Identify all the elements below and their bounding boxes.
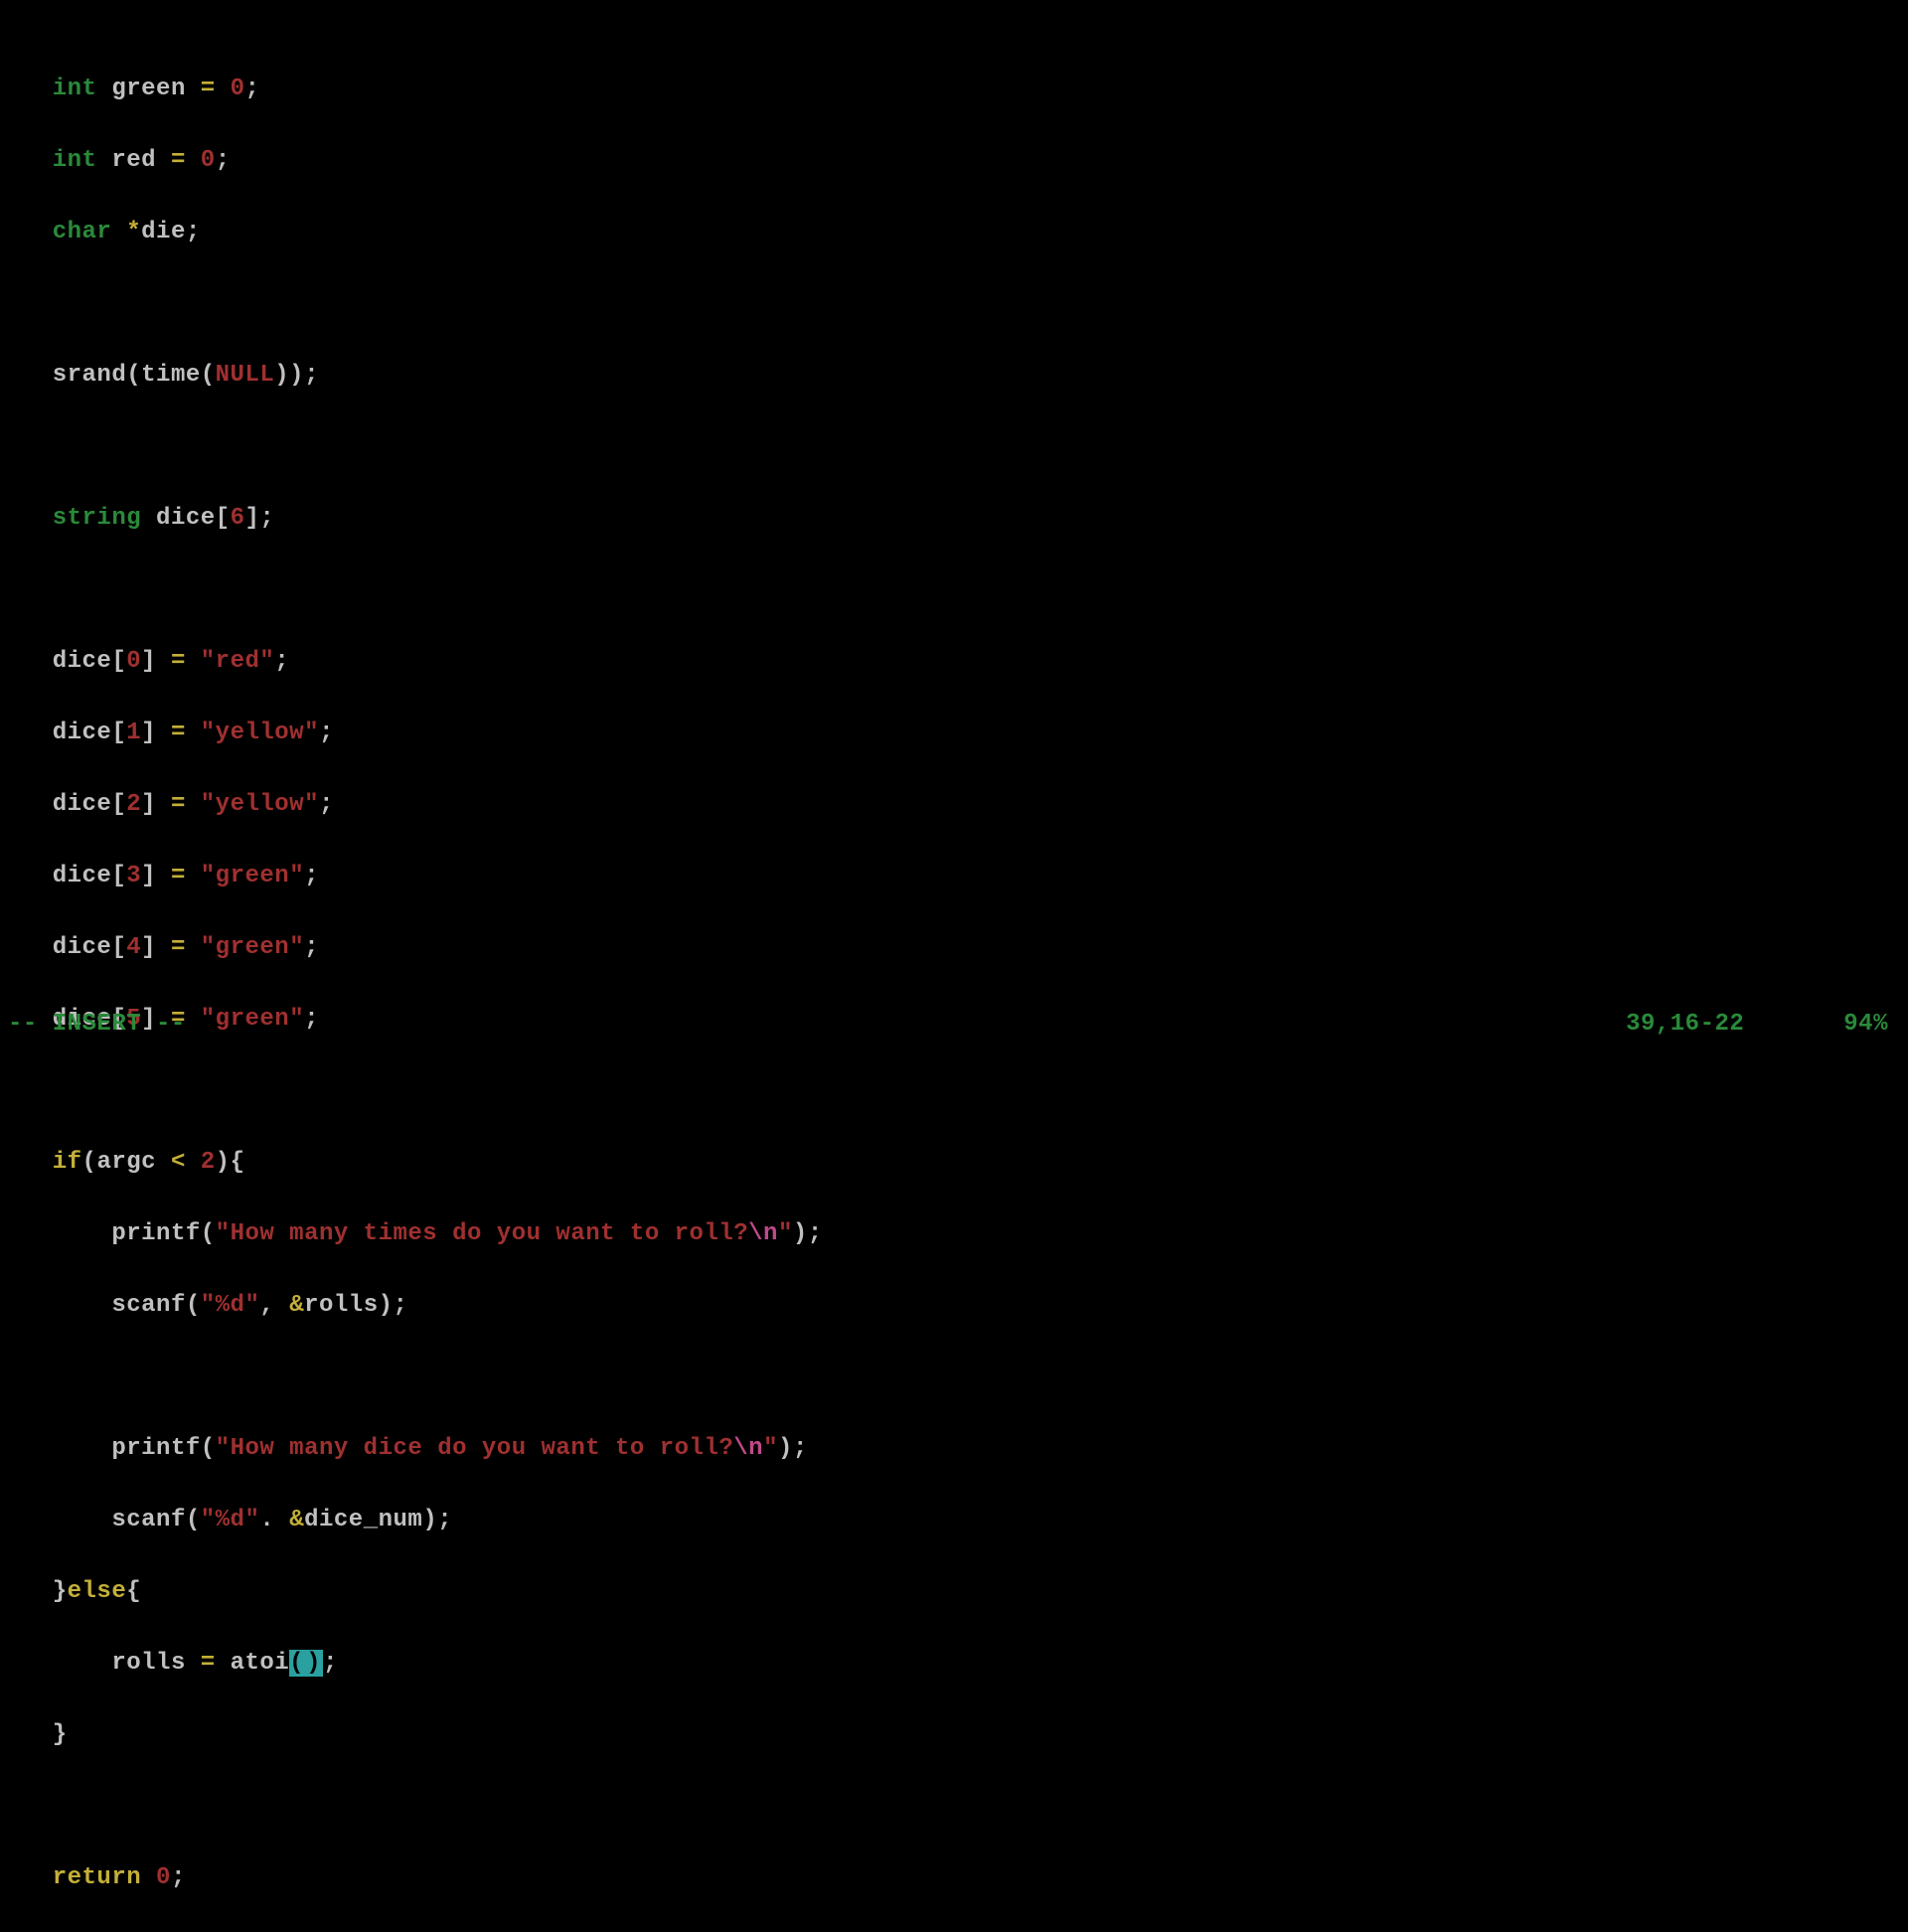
code-line: printf("How many dice do you want to rol… [8,1431,1908,1467]
code-line: }else{ [8,1574,1908,1610]
code-line: srand(time(NULL)); [8,358,1908,394]
cursor-position: 39,16-22 [1626,1011,1744,1038]
code-line: string dice[6]; [8,501,1908,537]
vim-mode-indicator: -- INSERT -- [8,1011,186,1038]
blank-line [8,429,1908,465]
code-line: rolls = atoi(); [8,1646,1908,1682]
code-line: return 0; [8,1860,1908,1896]
code-line: printf("How many times do you want to ro… [8,1216,1908,1252]
blank-line [8,286,1908,322]
code-line: dice[0] = "red"; [8,644,1908,680]
code-line: scanf("%d", &rolls); [8,1288,1908,1324]
code-line: if(argc < 2){ [8,1145,1908,1181]
match-paren: ( [289,1650,304,1677]
code-line: dice[2] = "yellow"; [8,787,1908,823]
code-line: dice[4] = "green"; [8,930,1908,966]
code-line: scanf("%d". &dice_num); [8,1503,1908,1538]
blank-line [8,1360,1908,1395]
code-line: int red = 0; [8,143,1908,179]
scroll-percent: 94% [1843,1011,1888,1038]
blank-line [8,1789,1908,1825]
cursor: ) [304,1650,323,1677]
vim-status-line: -- INSERT -- 39,16-22 94% [8,1011,1888,1038]
code-line: dice[3] = "green"; [8,859,1908,894]
code-editor[interactable]: int green = 0; int red = 0; char *die; s… [0,30,1908,1932]
code-line: dice[1] = "yellow"; [8,716,1908,751]
blank-line [8,572,1908,608]
code-line: char *die; [8,215,1908,250]
blank-line [8,1073,1908,1109]
code-line: } [8,1717,1908,1753]
code-line: int green = 0; [8,72,1908,107]
